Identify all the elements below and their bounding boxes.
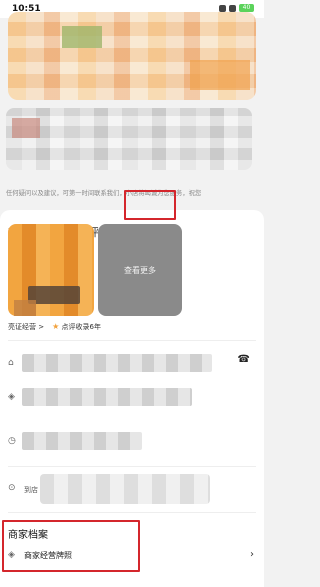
- info-pixel-block: [12, 118, 40, 138]
- store-verified-blur: [22, 388, 192, 406]
- divider: [8, 340, 256, 341]
- battery-icon: 40: [239, 4, 254, 12]
- store-verified-row: ◈: [8, 386, 256, 408]
- store-icon: ⌂: [8, 358, 14, 368]
- see-more-label: 查看更多: [124, 265, 156, 275]
- store-name-row[interactable]: ⌂ ☎: [8, 352, 256, 374]
- merchant-archive-highlight: [2, 520, 140, 572]
- banner-pixel-block: [190, 60, 250, 90]
- divider: [8, 466, 256, 467]
- store-hours-blur: [22, 432, 142, 450]
- see-more-photos-button[interactable]: 查看更多: [98, 224, 182, 316]
- store-info-card: [6, 108, 252, 170]
- chevron-right-icon: ›: [250, 549, 254, 560]
- address-blur[interactable]: [40, 474, 210, 504]
- banner-pixel-block: [62, 26, 102, 48]
- shield-icon: ◈: [8, 392, 15, 402]
- tag-license[interactable]: 亮证经营 >: [8, 322, 44, 332]
- store-tags: 亮证经营 > ★ 点评收录6年: [8, 322, 101, 332]
- store-name-blur: [22, 354, 212, 372]
- phone-icon[interactable]: ☎: [238, 354, 250, 365]
- status-icons: 40: [219, 4, 254, 12]
- tag-license-label: 亮证经营: [8, 323, 36, 331]
- store-hours-row: ◷: [8, 430, 256, 452]
- chevron-right-icon: >: [38, 323, 45, 331]
- divider: [8, 512, 256, 513]
- photo-pixel-block: [14, 300, 36, 316]
- tab-merchant-highlight: [124, 190, 176, 220]
- star-icon: ★: [52, 322, 60, 331]
- signal-icon: [219, 4, 226, 12]
- address-label: 到店: [24, 486, 38, 494]
- tag-review-years-label: 点评收录6年: [61, 323, 101, 331]
- tag-review-years: ★ 点评收录6年: [52, 322, 101, 332]
- wifi-icon: [229, 4, 236, 12]
- clock-icon: ◷: [8, 436, 16, 446]
- pin-icon: ⊙: [8, 483, 16, 493]
